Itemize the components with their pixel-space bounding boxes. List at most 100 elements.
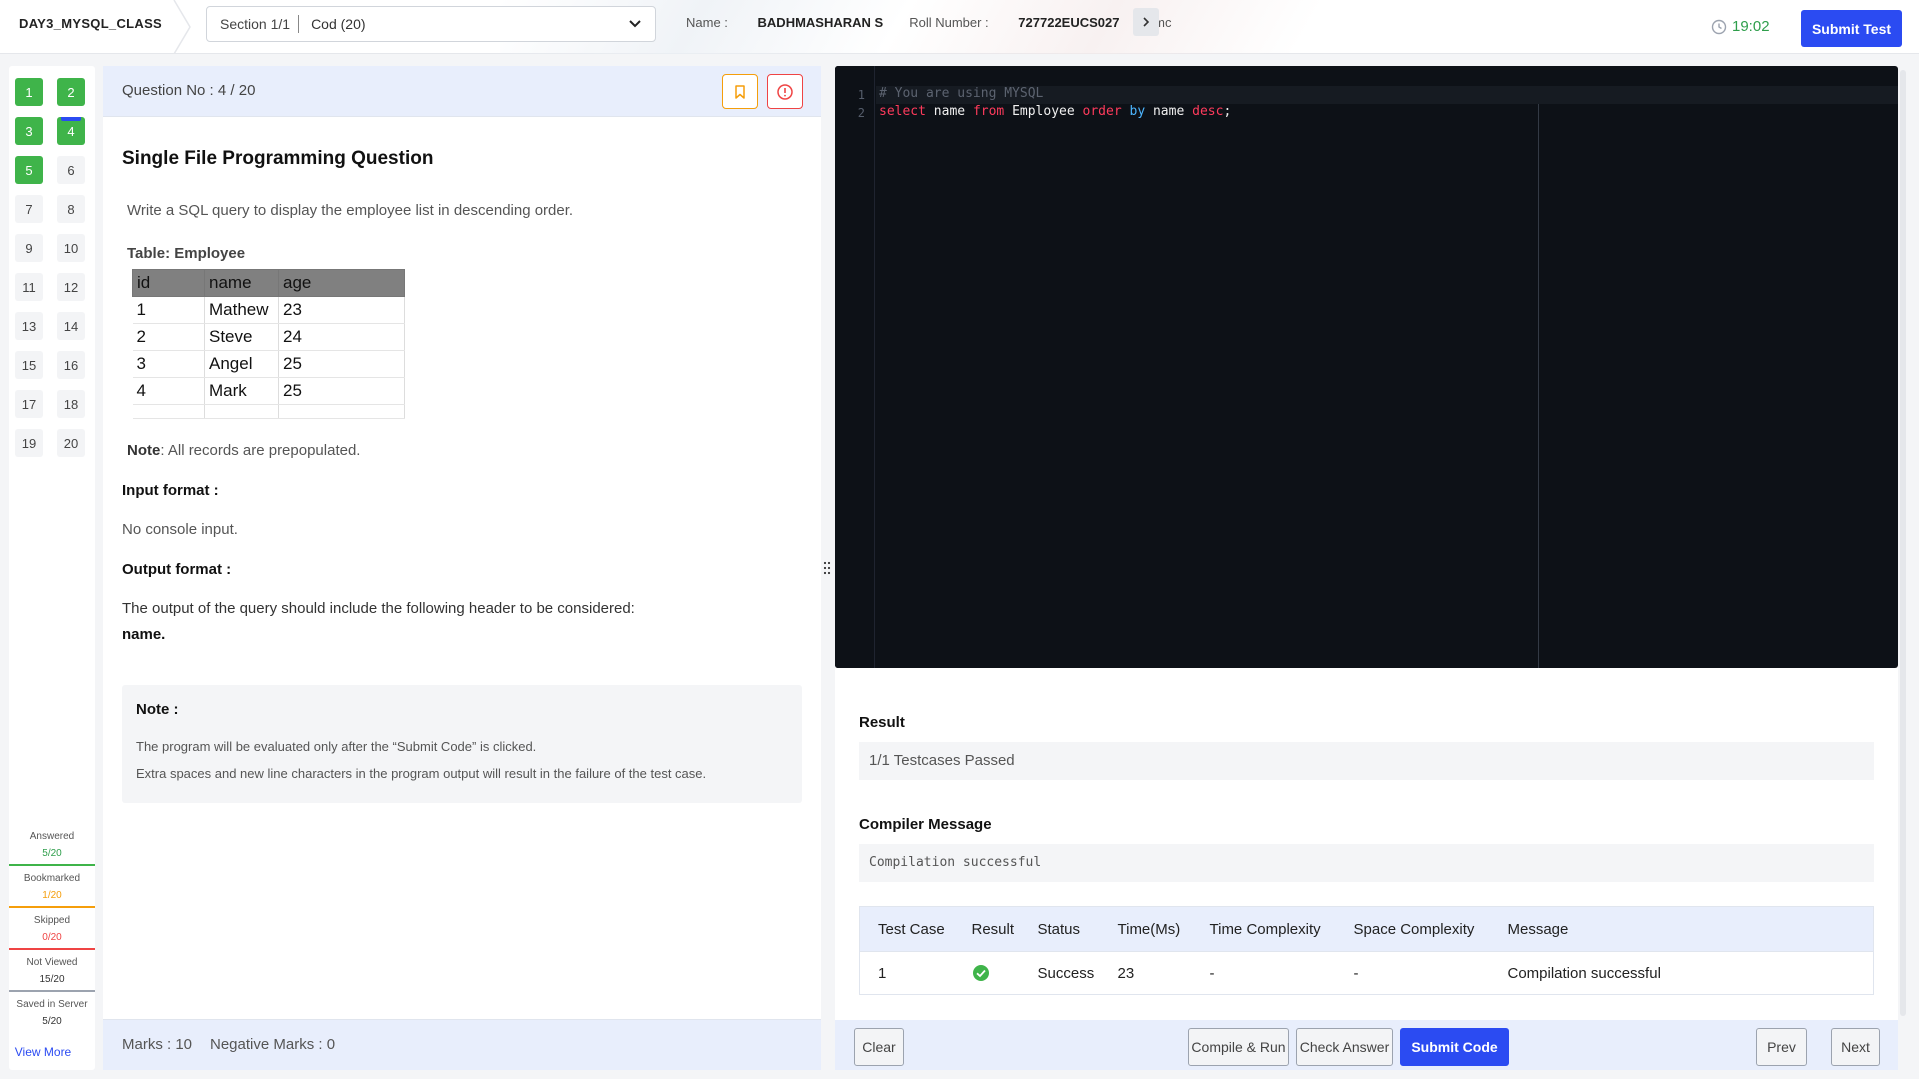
employee-cell: 23 <box>278 296 405 324</box>
legend-skipped[interactable]: Skipped 0/20 <box>9 908 95 950</box>
testcase-column-header: Test Case <box>859 906 954 952</box>
bookmark-button[interactable] <box>722 74 758 109</box>
action-bar: Clear Compile & Run Check Answer Submit … <box>835 1020 1898 1070</box>
testcase-column-header: Space Complexity <box>1335 906 1490 952</box>
evaluation-note-line-1: The program will be evaluated only after… <box>136 739 537 754</box>
question-grid: 1 2 3 4 5 6 7 8 9 10 11 12 13 14 15 16 17 18 19 20 <box>15 78 89 457</box>
testcase-result-cell <box>953 951 1020 995</box>
legend-answered[interactable]: Answered 5/20 <box>9 824 95 866</box>
code-token: by <box>1121 104 1146 119</box>
section-dropdown[interactable]: Section 1/1 Cod (20) <box>206 6 656 42</box>
top-bar: DAY3_MYSQL_CLASS Section 1/1 Cod (20) Na… <box>0 0 1919 54</box>
testcase-column-header: Time(Ms) <box>1099 906 1192 952</box>
testcase-column-header: Status <box>1019 906 1100 952</box>
legend-saved-label: Saved in Server <box>16 999 88 1010</box>
evaluation-note-box: Note : The program will be evaluated onl… <box>122 685 802 803</box>
evaluation-note-title: Note : <box>136 701 179 718</box>
question-nav-button[interactable]: 3 <box>15 117 43 145</box>
code-token: name <box>925 104 973 119</box>
note-text: : All records are prepopulated. <box>160 442 361 459</box>
drag-handle-icon[interactable] <box>823 560 831 576</box>
negative-marks: Negative Marks : 0 <box>210 1036 336 1053</box>
legend-saved[interactable]: Saved in Server 5/20 <box>9 992 95 1034</box>
right-scrollbar[interactable] <box>1900 70 1906 1016</box>
submit-code-button[interactable]: Submit Code <box>1400 1028 1509 1066</box>
timer: 19:02 <box>1711 18 1770 35</box>
question-nav-button[interactable]: 15 <box>15 351 43 379</box>
employee-table: id name age 1 Mathew 23 2 Steve 24 3 Angel 25 4 Mark… <box>132 269 405 419</box>
code-token: Employee <box>1004 104 1083 119</box>
question-nav-button[interactable]: 7 <box>15 195 43 223</box>
info-scroll-right-button[interactable] <box>1133 8 1159 36</box>
question-footer: Marks : 10 Negative Marks : 0 <box>103 1019 821 1070</box>
input-format-label: Input format : <box>122 482 219 499</box>
testcase-time-cell: 23 <box>1099 951 1192 995</box>
employee-row: 1 Mathew 23 <box>132 296 405 324</box>
employee-cell: Mark <box>204 377 279 405</box>
prev-button[interactable]: Prev <box>1756 1028 1807 1066</box>
view-more-link[interactable]: View More <box>0 1045 86 1059</box>
question-title: Single File Programming Question <box>122 148 434 169</box>
result-summary: 1/1 Testcases Passed <box>859 742 1874 780</box>
legend-bookmarked[interactable]: Bookmarked 1/20 <box>9 866 95 908</box>
legend-answered-count: 5/20 <box>42 848 62 859</box>
marks: Marks : 10 <box>122 1036 193 1053</box>
alert-circle-icon <box>777 83 793 100</box>
code-line-2: select name from Employee order by name … <box>879 104 1231 119</box>
code-token: select <box>879 104 926 119</box>
code-line-1: # You are using MYSQL <box>879 86 1044 101</box>
employee-row: 2 Steve 24 <box>132 323 405 351</box>
question-nav-button[interactable]: 11 <box>15 273 43 301</box>
question-nav-button[interactable]: 14 <box>57 312 85 340</box>
clear-button[interactable]: Clear <box>854 1028 904 1066</box>
compiler-message-label: Compiler Message <box>859 816 992 833</box>
question-nav-button[interactable]: 10 <box>57 234 85 262</box>
line-number-gutter: 1 2 <box>835 66 875 668</box>
question-nav-button[interactable]: 5 <box>15 156 43 184</box>
testcase-column-header: Message <box>1489 906 1874 952</box>
legend-not-viewed-label: Not Viewed <box>26 957 78 968</box>
compile-run-button[interactable]: Compile & Run <box>1188 1028 1289 1066</box>
question-nav-button[interactable]: 17 <box>15 390 43 418</box>
question-panel: Question No : 4 / 20 Single File Program… <box>103 66 821 1070</box>
question-nav-button[interactable]: 18 <box>57 390 85 418</box>
legend-not-viewed[interactable]: Not Viewed 15/20 <box>9 950 95 992</box>
employee-table-body: 1 Mathew 23 2 Steve 24 3 Angel 25 4 Mark 25 <box>132 296 405 419</box>
question-nav-button[interactable]: 1 <box>15 78 43 106</box>
question-nav-button[interactable]: 19 <box>15 429 43 457</box>
report-button[interactable] <box>767 74 803 109</box>
employee-blank-cell <box>204 404 279 419</box>
testcase-table-body: 1 Success 23- - Compilation successful <box>859 951 1874 995</box>
question-nav-button[interactable]: 4 <box>57 117 85 145</box>
chevron-right-icon <box>1143 17 1150 27</box>
title-separator-icon <box>173 0 191 54</box>
question-nav-button[interactable]: 2 <box>57 78 85 106</box>
question-navigator: 1 2 3 4 5 6 7 8 9 10 11 12 13 14 15 16 17 18 19 20 Answered… <box>9 66 95 1070</box>
check-answer-button[interactable]: Check Answer <box>1296 1028 1393 1066</box>
employee-blank-cell <box>278 404 405 419</box>
code-editor[interactable]: 1 2 # You are using MYSQL select name fr… <box>835 66 1898 668</box>
question-nav-button[interactable]: 12 <box>57 273 85 301</box>
employee-table-header: id name age <box>132 269 405 297</box>
question-nav-button[interactable]: 13 <box>15 312 43 340</box>
line-number: 2 <box>857 106 865 120</box>
output-format-label: Output format : <box>122 561 232 578</box>
question-nav-button[interactable]: 16 <box>57 351 85 379</box>
employee-blank-row <box>132 404 405 419</box>
question-nav-button[interactable]: 20 <box>57 429 85 457</box>
next-button[interactable]: Next <box>1831 1028 1880 1066</box>
question-header: Question No : 4 / 20 <box>103 66 821 117</box>
testcase-space-complexity-cell: - <box>1335 951 1490 995</box>
question-nav-button[interactable]: 6 <box>57 156 85 184</box>
code-token: desc <box>1192 104 1224 119</box>
submit-test-button[interactable]: Submit Test <box>1801 10 1902 47</box>
code-token: from <box>972 104 1005 119</box>
question-nav-button[interactable]: 8 <box>57 195 85 223</box>
clock-icon <box>1711 19 1727 34</box>
compiler-message: Compilation successful <box>859 844 1874 882</box>
code-token: order <box>1082 104 1122 119</box>
question-nav-button[interactable]: 9 <box>15 234 43 262</box>
code-token: ; <box>1223 104 1232 119</box>
timer-value: 19:02 <box>1732 18 1770 35</box>
employee-cell: 4 <box>132 377 205 405</box>
